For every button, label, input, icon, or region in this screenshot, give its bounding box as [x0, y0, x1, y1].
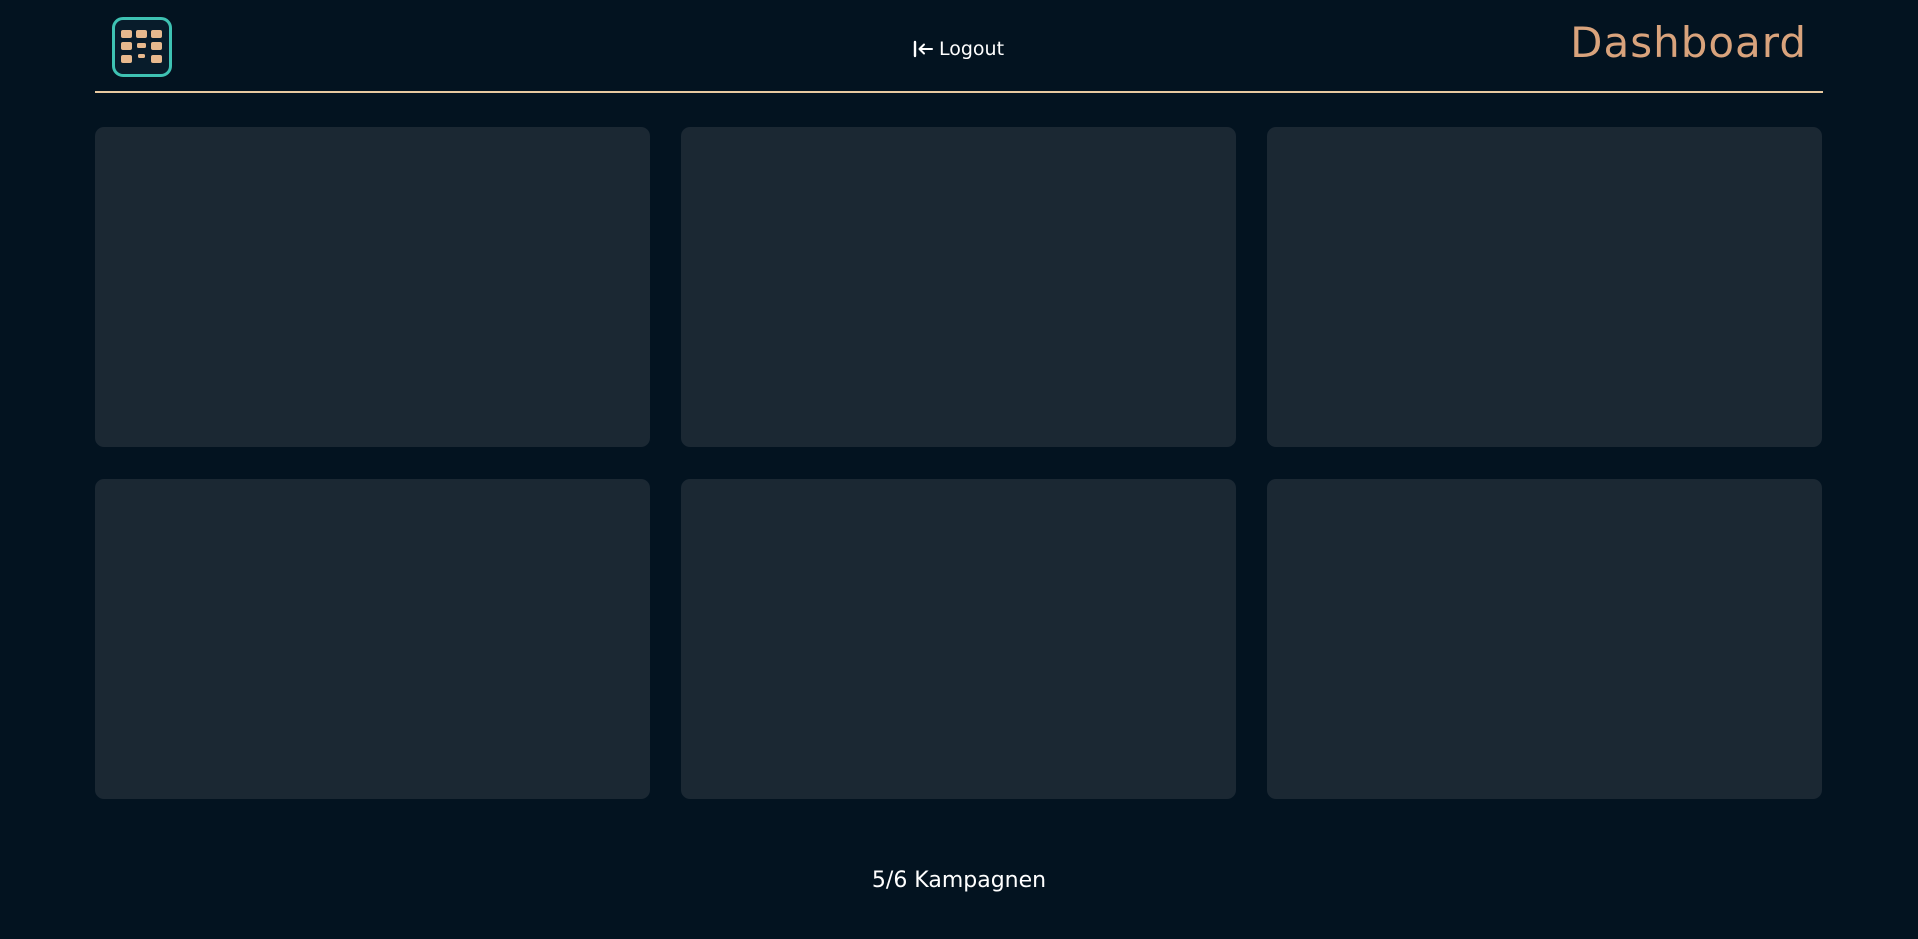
- campaign-card[interactable]: [95, 127, 650, 447]
- logout-button[interactable]: Logout: [913, 33, 1004, 65]
- campaign-card[interactable]: [1267, 127, 1822, 447]
- campaign-card[interactable]: [681, 127, 1236, 447]
- grid-glyph: [121, 30, 162, 63]
- campaign-card[interactable]: [1267, 479, 1822, 799]
- dashboard-grid-icon[interactable]: [112, 17, 172, 77]
- logout-label: Logout: [939, 38, 1005, 60]
- dashboard-page: Logout Dashboard 5/6 Kampagnen: [0, 0, 1918, 939]
- logout-arrow-icon: [913, 40, 933, 58]
- top-header: Logout Dashboard: [95, 0, 1823, 93]
- campaign-card[interactable]: [95, 479, 650, 799]
- campaign-count: 5/6 Kampagnen: [871, 868, 1047, 893]
- page-title: Dashboard: [1570, 18, 1807, 67]
- campaign-card[interactable]: [681, 479, 1236, 799]
- campaign-grid: [95, 127, 1823, 799]
